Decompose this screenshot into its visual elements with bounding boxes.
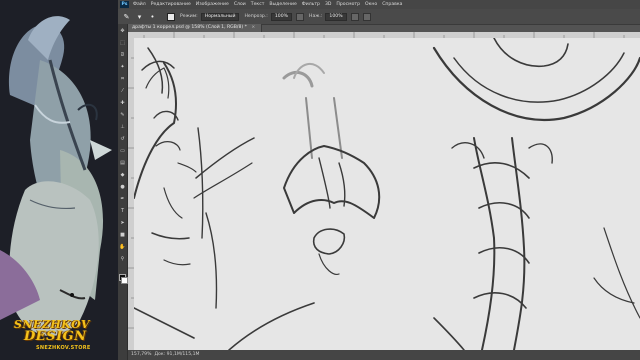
menu-layers[interactable]: Слои bbox=[234, 2, 246, 7]
logo-text-line2: DESIGN bbox=[24, 329, 87, 344]
mode-select[interactable]: Нормальный bbox=[200, 12, 240, 21]
eyedropper-icon[interactable]: ⁄ bbox=[119, 88, 126, 94]
blur-icon[interactable]: ◆ bbox=[119, 172, 126, 178]
menu-filter[interactable]: Фильтр bbox=[302, 2, 320, 7]
path-select-icon[interactable]: ➤ bbox=[119, 220, 126, 226]
history-brush-icon[interactable]: ↺ bbox=[119, 136, 126, 142]
app-logo-icon: Ps bbox=[120, 1, 129, 8]
character-painting: SNEZHKOV DESIGN SNEZHKOV.STORE bbox=[0, 0, 118, 360]
menu-edit[interactable]: Редактирование bbox=[151, 2, 191, 7]
brush-icon[interactable]: ✎ bbox=[122, 12, 131, 21]
chevron-down-icon[interactable]: ▾ bbox=[135, 12, 144, 21]
logo-url: SNEZHKOV.STORE bbox=[36, 345, 91, 351]
eraser-icon[interactable]: ▭ bbox=[119, 148, 126, 154]
dodge-icon[interactable]: ● bbox=[119, 184, 126, 190]
marquee-icon[interactable]: ⬚ bbox=[119, 40, 126, 46]
pen-icon[interactable]: ✒ bbox=[119, 196, 126, 202]
pressure-input[interactable]: 100% bbox=[325, 12, 347, 21]
mode-label: Режим: bbox=[180, 14, 198, 19]
zoom-level[interactable]: 157,79% bbox=[131, 350, 151, 360]
sketch-artwork bbox=[134, 38, 640, 350]
gradient-icon[interactable]: ▤ bbox=[119, 160, 126, 166]
zoom-icon[interactable]: ⚲ bbox=[119, 256, 126, 262]
document-tab-title: драфты 1 коррел.psd @ 158% (Слой 1, RGB/… bbox=[132, 25, 247, 30]
pressure-size-icon[interactable] bbox=[362, 12, 371, 21]
airbrush-icon[interactable] bbox=[350, 12, 359, 21]
brush-icon[interactable]: ✎ bbox=[119, 112, 126, 118]
document-area: драфты 1 коррел.psd @ 158% (Слой 1, RGB/… bbox=[128, 24, 640, 360]
menu-select[interactable]: Выделение bbox=[269, 2, 296, 7]
brush-panel-toggle-icon[interactable] bbox=[167, 12, 175, 21]
type-icon[interactable]: T bbox=[119, 208, 126, 214]
menu-view[interactable]: Просмотр bbox=[336, 2, 360, 7]
photoshop-window: Ps Файл Редактирование Изображение Слои … bbox=[118, 0, 640, 360]
crop-icon[interactable]: ⌗ bbox=[119, 76, 126, 82]
lasso-icon[interactable]: ᘐ bbox=[119, 52, 126, 58]
tools-panel: ✥ ⬚ ᘐ ✦ ⌗ ⁄ ✚ ✎ ⊥ ↺ ▭ ▤ ◆ ● ✒ T ➤ ■ ✋ ⚲ bbox=[118, 24, 128, 360]
document-size-info: Док: 91,1M/115,1M bbox=[154, 352, 200, 357]
menu-bar: Ps Файл Редактирование Изображение Слои … bbox=[118, 0, 640, 9]
menu-file[interactable]: Файл bbox=[133, 2, 146, 7]
opacity-input[interactable]: 100% bbox=[270, 12, 292, 21]
pressure-label: Наж.: bbox=[309, 14, 323, 19]
shape-icon[interactable]: ■ bbox=[119, 232, 126, 238]
options-bar: ✎ ▾ • Режим: Нормальный Непрозр.: 100% Н… bbox=[118, 9, 640, 25]
menu-help[interactable]: Справка bbox=[382, 2, 402, 7]
menu-type[interactable]: Текст bbox=[251, 2, 265, 7]
quick-select-icon[interactable]: ✦ bbox=[119, 64, 126, 70]
logo: SNEZHKOV DESIGN SNEZHKOV.STORE bbox=[10, 318, 110, 356]
healing-icon[interactable]: ✚ bbox=[119, 100, 126, 106]
brush-preset-icon[interactable]: • bbox=[148, 12, 157, 21]
stamp-icon[interactable]: ⊥ bbox=[119, 124, 126, 130]
painting-illustration bbox=[0, 0, 118, 360]
background-color-swatch[interactable] bbox=[121, 277, 128, 284]
menu-3d[interactable]: 3D bbox=[325, 2, 331, 7]
move-icon[interactable]: ✥ bbox=[119, 28, 126, 34]
hand-icon[interactable]: ✋ bbox=[119, 244, 126, 250]
close-icon[interactable]: × bbox=[251, 25, 255, 30]
menu-window[interactable]: Окно bbox=[365, 2, 377, 7]
pressure-opacity-icon[interactable] bbox=[296, 12, 304, 21]
menu-image[interactable]: Изображение bbox=[196, 2, 229, 7]
opacity-label: Непрозр.: bbox=[244, 14, 268, 19]
document-tab[interactable]: драфты 1 коррел.psd @ 158% (Слой 1, RGB/… bbox=[128, 24, 263, 32]
status-bar: 157,79% Док: 91,1M/115,1M bbox=[128, 350, 640, 360]
drawing-canvas[interactable] bbox=[134, 38, 640, 350]
